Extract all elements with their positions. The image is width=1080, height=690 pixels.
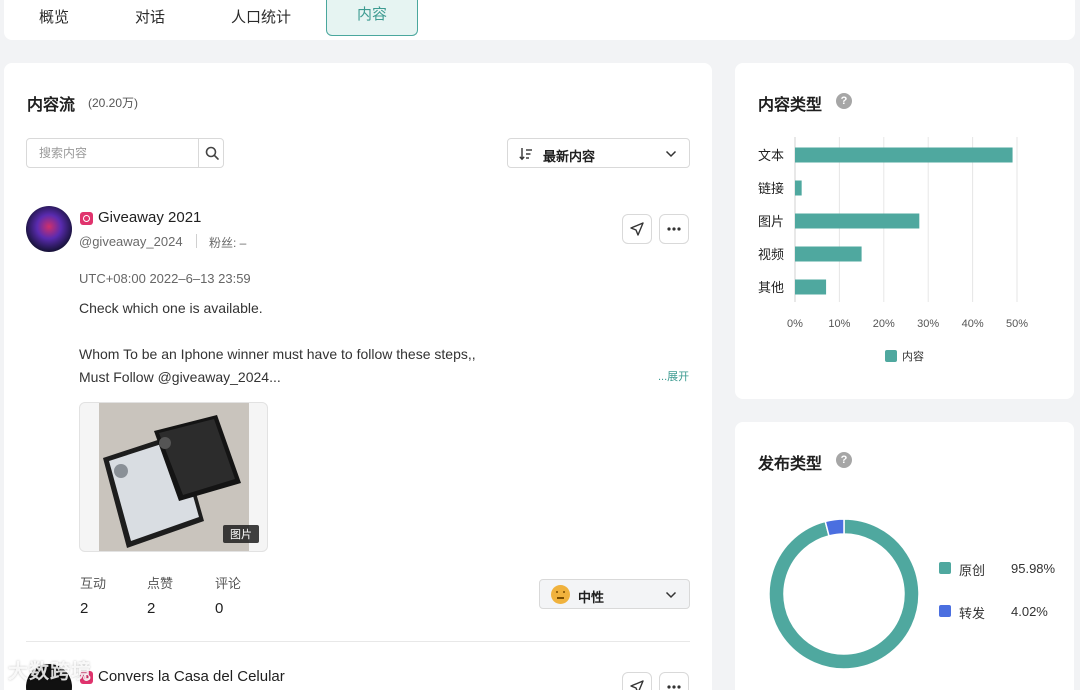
more-dots-icon bbox=[667, 685, 681, 689]
tab-overview[interactable]: 概览 bbox=[24, 0, 84, 36]
donut-slice[interactable] bbox=[824, 518, 845, 537]
legend-value-original: 95.98% bbox=[1011, 561, 1056, 576]
send-icon bbox=[630, 680, 644, 690]
x-tick-label: 20% bbox=[873, 318, 895, 330]
post-author-handle: @giveaway_2024 bbox=[79, 234, 183, 249]
bar[interactable] bbox=[795, 147, 1013, 163]
publish-type-panel: 发布类型 ? 原创 95.98% 转发 4.02% bbox=[735, 422, 1074, 690]
avatar[interactable] bbox=[26, 206, 72, 252]
legend-value-repost: 4.02% bbox=[1011, 604, 1048, 619]
x-tick-label: 10% bbox=[828, 318, 850, 330]
bar[interactable] bbox=[795, 213, 920, 229]
stat-engagement-value: 2 bbox=[80, 600, 89, 617]
bar[interactable] bbox=[795, 180, 802, 196]
bar[interactable] bbox=[795, 246, 862, 262]
stat-comments-value: 0 bbox=[215, 600, 224, 617]
post-body-line bbox=[79, 320, 476, 343]
watermark-text: 大数跨境 bbox=[8, 661, 92, 683]
y-tick-label: 链接 bbox=[758, 181, 784, 196]
legend-label: 内容 bbox=[902, 349, 924, 363]
y-tick-label: 文本 bbox=[758, 148, 784, 163]
instagram-icon bbox=[80, 212, 93, 225]
x-tick-label: 30% bbox=[917, 318, 939, 330]
chevron-down-icon bbox=[665, 591, 677, 599]
chevron-down-icon bbox=[665, 150, 677, 158]
search-icon[interactable] bbox=[204, 145, 220, 161]
x-tick-label: 0% bbox=[787, 318, 803, 330]
feed-title: 内容流 bbox=[27, 97, 76, 114]
x-tick-label: 50% bbox=[1006, 318, 1028, 330]
legend-swatch-original bbox=[939, 562, 951, 574]
share-button[interactable] bbox=[622, 672, 652, 690]
image-type-badge: 图片 bbox=[223, 525, 259, 543]
publish-type-donut-chart bbox=[768, 518, 920, 670]
handle-separator bbox=[196, 234, 197, 248]
feed-count: (20.20万) bbox=[88, 96, 139, 110]
sort-icon bbox=[519, 148, 532, 161]
post-divider bbox=[26, 641, 690, 642]
content-type-panel: 内容类型 ? 0% 10% 20% 30% 40% 50% 文本 链接 图片 视频 其他 内容 bbox=[735, 63, 1074, 399]
post-image[interactable]: 图片 bbox=[79, 402, 268, 552]
post-body: Check which one is available. Whom To be… bbox=[79, 297, 476, 389]
stat-comments-label: 评论 bbox=[215, 576, 242, 591]
post-author-name[interactable]: Convers la Casa del Celular bbox=[98, 668, 285, 685]
legend-label-original: 原创 bbox=[959, 563, 986, 578]
stat-likes-label: 点赞 bbox=[147, 576, 174, 591]
post-timestamp: UTC+08:00 2022–6–13 23:59 bbox=[79, 271, 251, 286]
post-author-name[interactable]: Giveaway 2021 bbox=[98, 209, 201, 226]
post-body-line: Check which one is available. bbox=[79, 300, 263, 316]
sort-dropdown[interactable]: 最新内容 bbox=[507, 138, 690, 168]
legend-swatch-repost bbox=[939, 605, 951, 617]
tab-content[interactable]: 内容 bbox=[326, 0, 418, 36]
post-body-line: Must Follow @giveaway_2024... bbox=[79, 369, 281, 385]
y-tick-label: 图片 bbox=[758, 214, 784, 229]
expand-link[interactable]: ...展开 bbox=[658, 368, 689, 384]
content-feed-panel: 内容流 (20.20万) 最新内容 Giveaway 2021 @giveawa… bbox=[4, 63, 712, 690]
neutral-face-icon bbox=[551, 585, 570, 604]
more-dots-icon bbox=[667, 227, 681, 231]
search-box bbox=[26, 138, 224, 168]
legend-swatch bbox=[885, 350, 897, 362]
content-type-bar-chart: 0% 10% 20% 30% 40% 50% 文本链接图片视频其他内容 bbox=[758, 137, 1028, 363]
post-body-line: Whom To be an Iphone winner must have to… bbox=[79, 346, 476, 362]
stat-engagement-label: 互动 bbox=[80, 576, 107, 591]
send-icon bbox=[630, 222, 644, 236]
sentiment-dropdown[interactable]: 中性 bbox=[539, 579, 690, 609]
stat-likes-value: 2 bbox=[147, 600, 156, 617]
top-tab-bar: 概览 对话 人口统计 内容 bbox=[4, 0, 1075, 40]
search-input[interactable] bbox=[27, 139, 197, 167]
y-tick-label: 其他 bbox=[758, 280, 784, 295]
tab-demographics[interactable]: 人口统计 bbox=[214, 0, 308, 36]
y-tick-label: 视频 bbox=[758, 247, 784, 262]
legend-label-repost: 转发 bbox=[959, 606, 986, 621]
x-tick-label: 40% bbox=[962, 318, 984, 330]
more-options-button[interactable] bbox=[659, 214, 689, 244]
post-fans-count: 粉丝: – bbox=[209, 236, 247, 250]
sort-label: 最新内容 bbox=[543, 149, 596, 164]
donut-slice[interactable] bbox=[768, 518, 920, 670]
search-divider bbox=[198, 139, 199, 167]
share-button[interactable] bbox=[622, 214, 652, 244]
bar[interactable] bbox=[795, 279, 827, 295]
sentiment-label: 中性 bbox=[578, 590, 605, 605]
more-options-button[interactable] bbox=[659, 672, 689, 690]
tab-conversations[interactable]: 对话 bbox=[121, 0, 179, 36]
